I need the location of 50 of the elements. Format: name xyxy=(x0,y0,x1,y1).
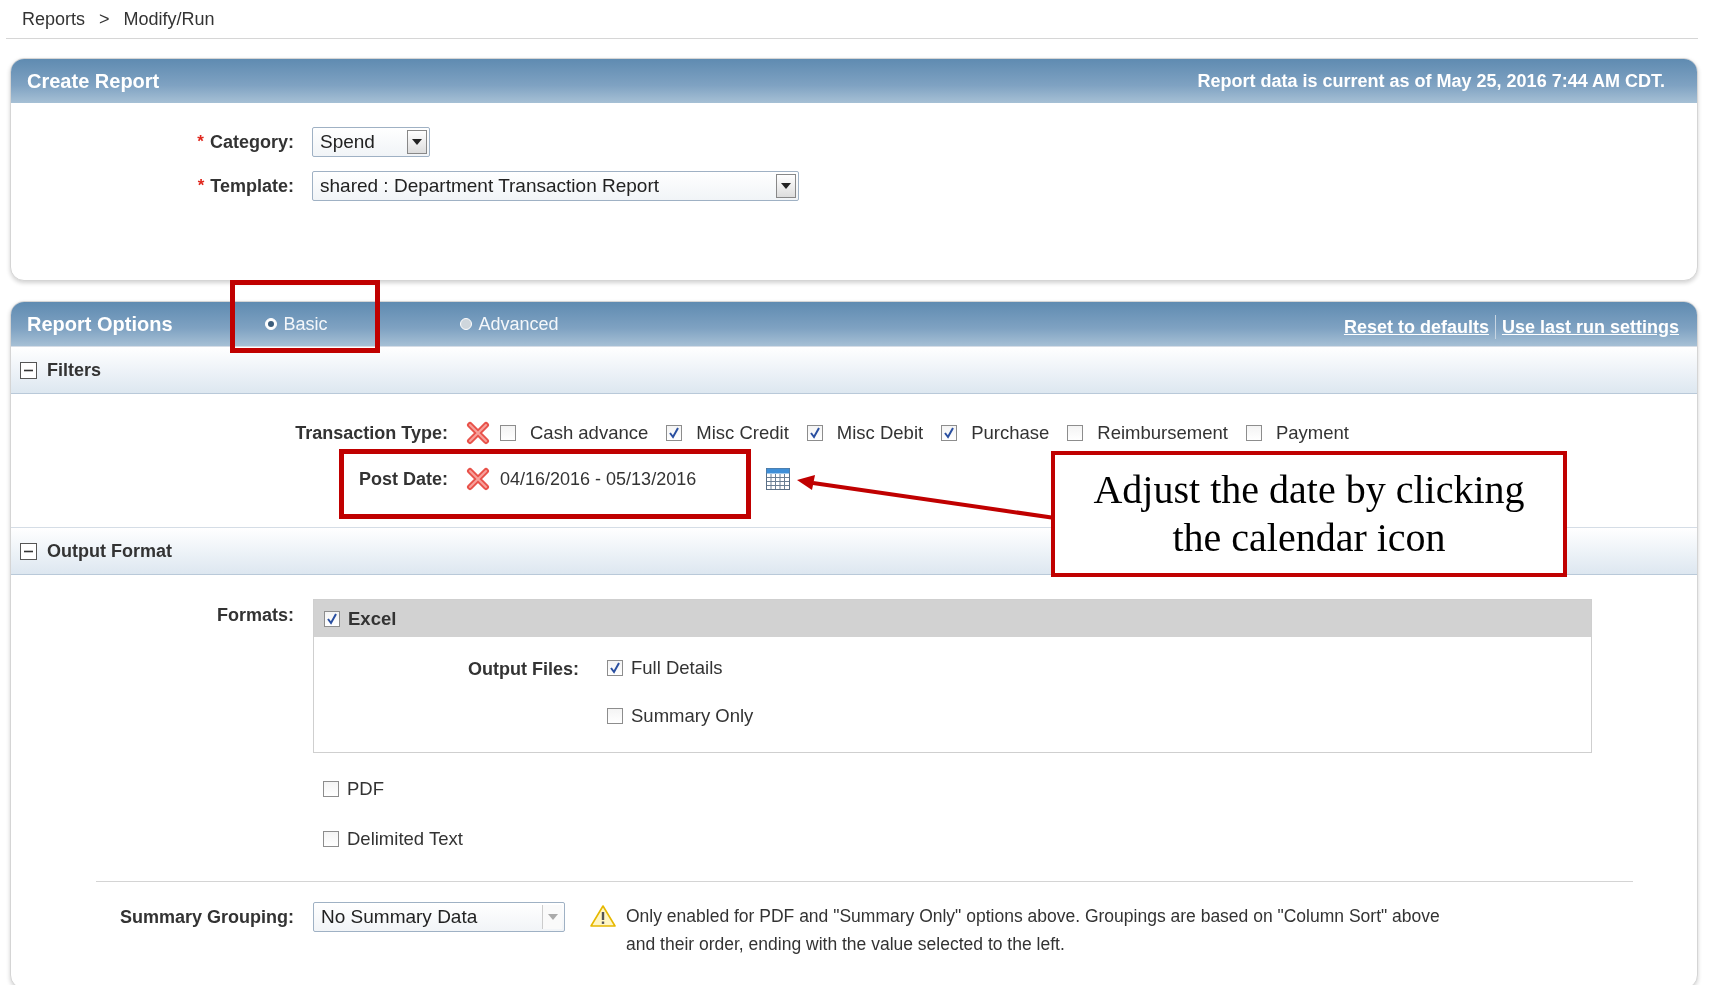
collapse-icon[interactable] xyxy=(20,542,37,560)
checkbox[interactable] xyxy=(500,425,516,441)
option-label: Delimited Text xyxy=(347,828,463,850)
checkbox[interactable] xyxy=(1245,425,1262,441)
option-label: Excel xyxy=(348,607,397,630)
checkbox[interactable] xyxy=(607,708,623,724)
option-label: Full Details xyxy=(631,657,723,679)
option-label: Misc Credit xyxy=(696,422,789,444)
option-label: Purchase xyxy=(971,422,1050,444)
section-title: Filters xyxy=(47,359,102,381)
warning-icon xyxy=(590,904,616,928)
data-status: Report data is current as of May 25, 2016 7:44 AM CDT. xyxy=(1197,70,1665,92)
clear-icon[interactable] xyxy=(466,467,490,491)
checkbox[interactable] xyxy=(941,425,958,441)
option-label: Reimbursement xyxy=(1097,422,1228,444)
field-label: Transaction Type: xyxy=(295,422,448,444)
clear-icon[interactable] xyxy=(466,421,490,445)
required-mark: * xyxy=(197,132,204,152)
callout-text: Adjust the date by clicking the calendar icon xyxy=(1051,451,1567,577)
field-label: Template: xyxy=(210,175,294,197)
breadcrumb-link[interactable]: Reports xyxy=(22,8,86,30)
date-range: 04/16/2016 - 05/13/2016 xyxy=(500,468,698,490)
checkbox[interactable] xyxy=(324,610,340,627)
required-mark: * xyxy=(197,176,205,196)
field-label: Formats: xyxy=(217,604,294,627)
dropdown[interactable]: Spend xyxy=(312,127,430,157)
option-label: Cash advance xyxy=(530,422,649,444)
calendar-icon[interactable] xyxy=(766,468,790,490)
checkbox[interactable] xyxy=(607,660,623,676)
option-label: PDF xyxy=(347,778,384,800)
breadcrumb-link[interactable]: Modify/Run xyxy=(123,8,215,30)
breadcrumb-separator: > xyxy=(99,8,110,30)
panel-title: Report Options xyxy=(27,312,173,336)
collapse-icon[interactable] xyxy=(20,361,37,379)
checkbox[interactable] xyxy=(323,781,339,797)
note-text: Only enabled for PDF and "Summary Only" options above. Groupings are based on "Column Sort" above and their order, ending with the value selected to the left. xyxy=(626,905,1441,956)
panel-title: Create Report xyxy=(27,69,160,93)
checkbox[interactable] xyxy=(1067,425,1084,441)
option-label: Misc Debit xyxy=(836,422,924,444)
field-label: Summary Grouping: xyxy=(120,906,294,928)
field-label: Output Files: xyxy=(468,658,579,681)
dropdown[interactable]: shared : Department Transaction Report xyxy=(312,171,799,201)
option-label: Payment xyxy=(1275,422,1349,444)
checkbox[interactable] xyxy=(323,831,339,847)
option-label: Summary Only xyxy=(631,705,754,727)
checkbox[interactable] xyxy=(806,425,823,441)
section-title: Output Format xyxy=(47,540,172,562)
checkbox[interactable] xyxy=(666,425,683,441)
field-label: Post Date: xyxy=(359,468,448,490)
field-label: Category: xyxy=(210,131,294,153)
